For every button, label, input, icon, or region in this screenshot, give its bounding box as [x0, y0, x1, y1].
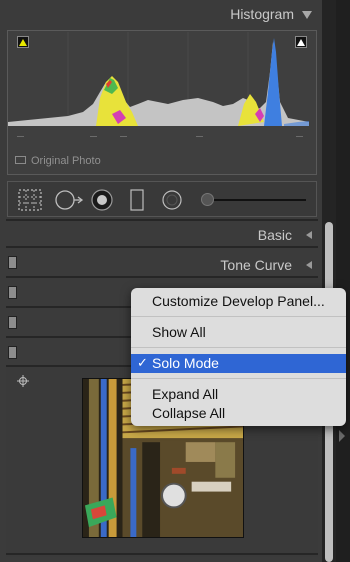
brush-size-slider-track[interactable] — [210, 199, 306, 201]
histogram-tick — [196, 136, 203, 137]
panel-switch-icon[interactable] — [8, 256, 17, 269]
original-photo-checkbox[interactable] — [15, 156, 26, 164]
histogram-tick — [17, 136, 24, 137]
adjustment-brush-icon[interactable] — [201, 193, 214, 206]
panel-switch-icon[interactable] — [8, 346, 17, 359]
crosshair-target-icon[interactable] — [17, 375, 29, 387]
menu-item-label: Collapse All — [152, 405, 226, 421]
context-menu: Customize Develop Panel... Show All ✓ So… — [131, 288, 346, 426]
expand-arrow-icon[interactable] — [306, 231, 312, 239]
expand-arrow-icon[interactable] — [306, 261, 312, 269]
section-tone-curve[interactable]: Tone Curve — [0, 249, 322, 279]
divider — [6, 246, 318, 248]
histogram-tick — [90, 136, 97, 137]
checkmark-icon: ✓ — [137, 355, 148, 370]
expand-right-panel-arrow-icon[interactable] — [339, 430, 345, 442]
menu-separator — [131, 347, 346, 348]
section-basic[interactable]: Basic — [0, 219, 322, 249]
panel-switch-icon[interactable] — [8, 286, 17, 299]
original-photo-label: Original Photo — [31, 155, 101, 167]
histogram-header[interactable]: Histogram — [0, 0, 322, 30]
develop-right-panel: Histogram Original Photo Basic Tone Curv… — [0, 0, 322, 562]
section-basic-title: Basic — [257, 227, 292, 243]
menu-item-label: Show All — [152, 324, 206, 340]
histogram-tick — [120, 136, 127, 137]
histogram-tick — [296, 136, 303, 137]
menu-item-show-all[interactable]: Show All — [131, 323, 346, 342]
highlight-clipping-indicator-icon[interactable] — [295, 36, 307, 48]
section-tone-curve-title: Tone Curve — [220, 257, 292, 273]
crop-overlay-icon[interactable] — [17, 188, 43, 212]
histogram-graph — [8, 32, 309, 126]
graduated-filter-icon[interactable] — [128, 188, 146, 212]
shadow-clipping-indicator-icon[interactable] — [17, 36, 29, 48]
divider — [6, 276, 318, 278]
panel-switch-icon[interactable] — [8, 316, 17, 329]
right-edge-bar — [336, 0, 350, 562]
collapse-triangle-icon[interactable] — [302, 11, 312, 19]
menu-item-label: Expand All — [152, 386, 219, 402]
menu-item-solo-mode[interactable]: ✓ Solo Mode — [131, 354, 346, 373]
menu-item-expand-all[interactable]: Expand All — [131, 385, 346, 404]
menu-item-label: Solo Mode — [152, 355, 219, 371]
menu-item-label: Customize Develop Panel... — [152, 293, 325, 309]
menu-separator — [131, 316, 346, 317]
spot-removal-icon[interactable] — [54, 188, 84, 212]
divider — [6, 553, 318, 555]
red-eye-icon[interactable] — [90, 188, 114, 212]
histogram-title: Histogram — [230, 6, 294, 22]
radial-filter-icon[interactable] — [160, 188, 184, 212]
menu-item-customize-develop-panel[interactable]: Customize Develop Panel... — [131, 292, 346, 311]
menu-item-collapse-all[interactable]: Collapse All — [131, 404, 346, 423]
menu-separator — [131, 378, 346, 379]
